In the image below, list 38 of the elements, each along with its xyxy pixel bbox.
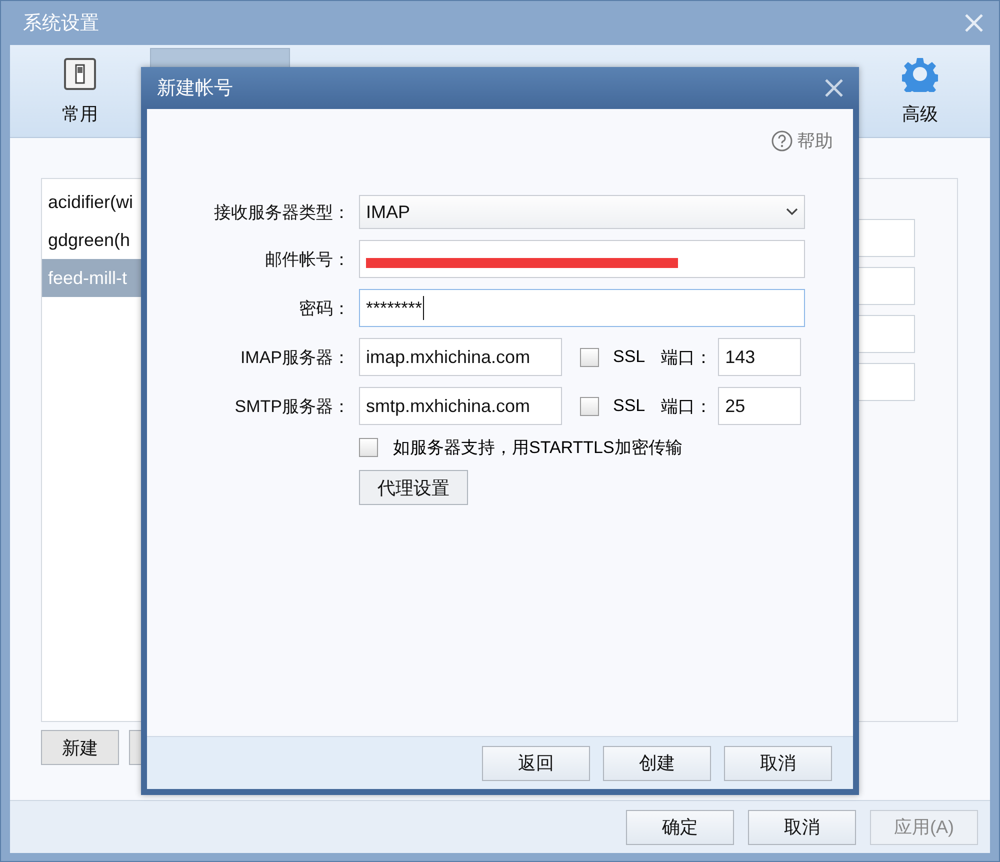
chevron-icon [786, 208, 798, 216]
help-icon[interactable] [771, 130, 793, 152]
field-label: 接收服务器类型： [213, 202, 350, 224]
close-icon[interactable] [963, 12, 985, 34]
ssl-checkbox[interactable] [580, 396, 599, 416]
field-label: 密码： [298, 298, 350, 320]
password-field[interactable]: ******** [359, 289, 805, 327]
checkbox-label: SSL [613, 347, 646, 367]
email-field[interactable] [359, 240, 805, 278]
starttls-checkbox[interactable] [359, 438, 378, 457]
checkbox-label: 如服务器支持，用STARTTLS加密传输 [393, 437, 682, 459]
help-link[interactable]: 帮助 [797, 129, 833, 153]
proxy-settings-button[interactable]: 代理设置 [359, 470, 468, 505]
dialog-button[interactable]: 取消 [724, 746, 832, 780]
field-label: IMAP服务器： [239, 346, 350, 368]
window-title: 系统设置 [23, 12, 99, 36]
field-label: 邮件帐号： [264, 248, 350, 270]
dialog-button[interactable]: 返回 [482, 746, 590, 780]
ssl-checkbox[interactable] [580, 348, 599, 366]
footer-button[interactable]: 取消 [748, 810, 856, 844]
dialog-title: 新建帐号 [157, 77, 233, 101]
toolbar-tab[interactable]: 常用 [10, 45, 150, 137]
field-label: SMTP服务器： [234, 396, 350, 418]
server-field[interactable]: smtp.mxhichina.com [359, 387, 562, 425]
switch-icon [62, 56, 98, 92]
dialog-button[interactable]: 创建 [603, 746, 711, 780]
new-button[interactable]: 新建 [41, 730, 119, 765]
close-icon[interactable] [823, 77, 845, 99]
port-field[interactable]: 143 [718, 338, 802, 376]
checkbox-label: SSL [613, 396, 646, 416]
port-field[interactable]: 25 [718, 387, 802, 425]
server-field[interactable]: imap.mxhichina.com [359, 338, 562, 376]
toolbar-tab[interactable]: 高级 [850, 45, 990, 137]
field-label: 端口： [661, 396, 712, 418]
gear-icon [902, 56, 938, 92]
server-type-dropdown[interactable]: IMAP [359, 195, 805, 229]
field-label: 端口： [661, 346, 712, 368]
footer-button[interactable]: 确定 [626, 810, 734, 844]
